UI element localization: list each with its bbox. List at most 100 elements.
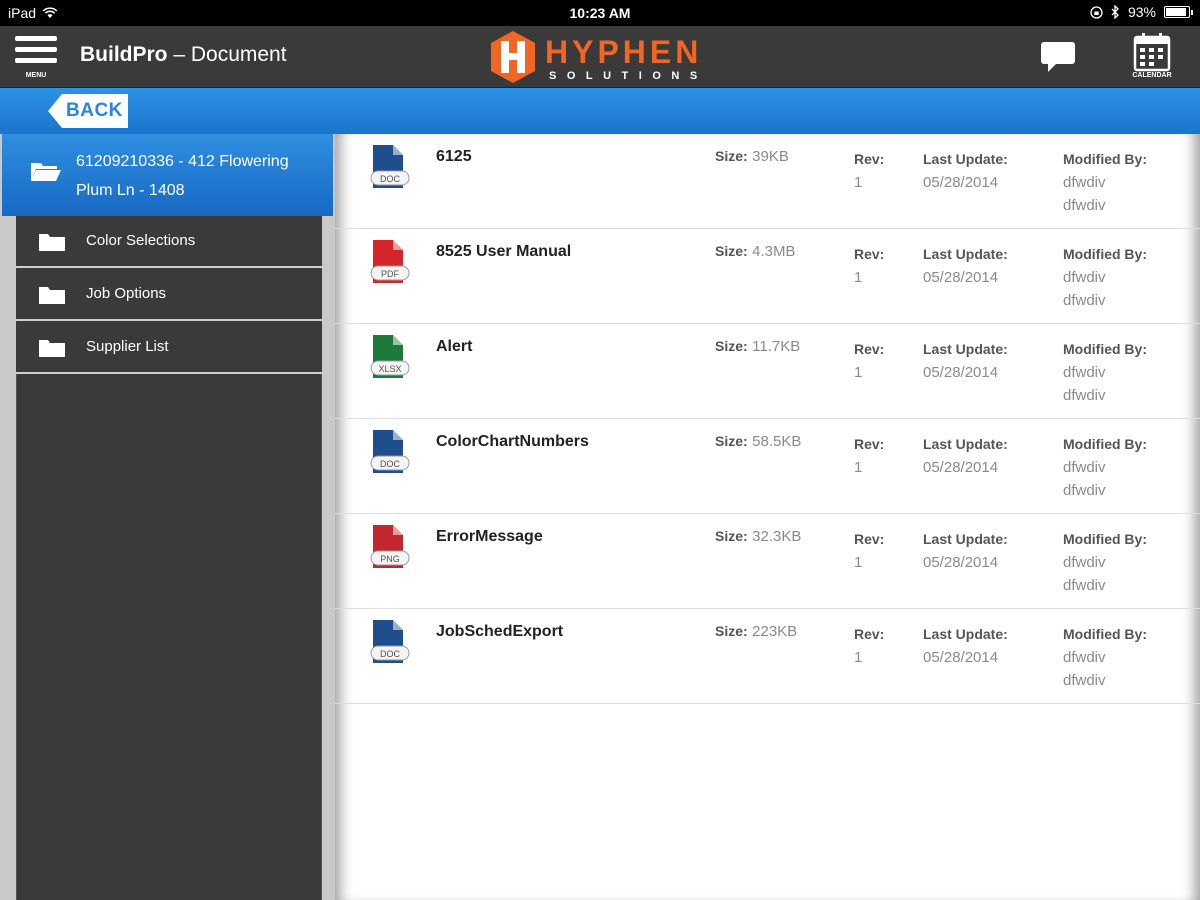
hyphen-logo: HYPHEN SOLUTIONS (491, 31, 702, 83)
document-size: Size: 4.3MB (715, 243, 796, 261)
last-update-value: 05/28/2014 (923, 269, 999, 286)
rev-label: Rev: (854, 246, 885, 262)
page-title: BuildPro – Document (80, 43, 287, 67)
modified-by-value: dfwdiv (1063, 292, 1106, 309)
svg-text:PDF: PDF (381, 269, 400, 279)
document-row[interactable]: DOC ColorChartNumbers Size: 58.5KB Rev: 1 Las… (335, 419, 1200, 514)
document-row[interactable]: XLSX Alert Size: 11.7KB Rev: 1 Last Update: 05… (335, 324, 1200, 419)
last-update-label: Last Update: (923, 341, 1008, 357)
navigation-bar: BACK (0, 88, 1200, 134)
modified-by-value: dfwdiv (1063, 672, 1106, 689)
modified-by-label: Modified By: (1063, 151, 1147, 167)
document-row[interactable]: PDF 8525 User Manual Size: 4.3MB Rev: 1 Last … (335, 229, 1200, 324)
svg-text:DOC: DOC (380, 174, 401, 184)
last-update-value: 05/28/2014 (923, 174, 999, 191)
rev-value: 1 (854, 269, 863, 286)
size-value: 4.3MB (752, 243, 796, 260)
menu-button[interactable]: MENU (14, 36, 62, 80)
last-update-value: 05/28/2014 (923, 554, 999, 571)
document-name: 6125 (436, 148, 472, 165)
last-update-label: Last Update: (923, 626, 1008, 642)
document-row[interactable]: PNG ErrorMessage Size: 32.3KB Rev: 1 Last Upd… (335, 514, 1200, 609)
sidebar-item-label: Job Options (86, 285, 167, 302)
chat-button[interactable] (1038, 36, 1078, 76)
battery-percent: 93% (1127, 4, 1156, 20)
document-last-update: Last Update: 05/28/2014 (923, 338, 1008, 384)
document-modified-by: Modified By: dfwdiv dfwdiv (1063, 148, 1147, 217)
modified-by-label: Modified By: (1063, 341, 1147, 357)
job-label: 61209210336 - 412 Flowering Plum Ln - 14… (76, 153, 289, 199)
app-name: BuildPro (80, 43, 168, 66)
rev-value: 1 (854, 364, 863, 381)
document-last-update: Last Update: 05/28/2014 (923, 623, 1008, 669)
rev-value: 1 (854, 649, 863, 666)
modified-by-label: Modified By: (1063, 531, 1147, 547)
calendar-button[interactable]: CALENDAR (1126, 32, 1178, 84)
svg-text:DOC: DOC (380, 459, 401, 469)
document-last-update: Last Update: 05/28/2014 (923, 433, 1008, 479)
document-name: Alert (436, 338, 473, 355)
sidebar-item-label: Color Selections (86, 232, 196, 249)
chat-bubble-icon (1041, 42, 1075, 72)
modified-by-label: Modified By: (1063, 626, 1147, 642)
sidebar-job-item[interactable]: 61209210336 - 412 Flowering Plum Ln - 14… (2, 134, 333, 216)
size-value: 32.3KB (752, 528, 802, 545)
document-name: ErrorMessage (436, 528, 543, 545)
svg-text:PNG: PNG (380, 554, 400, 564)
rev-label: Rev: (854, 341, 885, 357)
sidebar-item-label: Supplier List (86, 338, 169, 355)
size-label: Size: (715, 433, 748, 449)
back-label: BACK (66, 100, 123, 121)
status-time: 10:23 AM (569, 5, 631, 21)
sidebar: 61209210336 - 412 Flowering Plum Ln - 14… (0, 134, 335, 900)
file-doc-icon: DOC (370, 145, 410, 188)
document-list: DOC 6125 Size: 39KB Rev: 1 Last Update: 05/28/… (335, 134, 1200, 900)
sidebar-item-job-options[interactable]: Job Options (16, 269, 322, 321)
calendar-label: CALENDAR (1132, 72, 1172, 79)
document-revision: Rev: 1 (854, 148, 884, 194)
document-last-update: Last Update: 05/28/2014 (923, 148, 1008, 194)
menu-icon-bar (15, 58, 57, 63)
document-modified-by: Modified By: dfwdiv dfwdiv (1063, 623, 1147, 692)
sidebar-item-supplier-list[interactable]: Supplier List (16, 322, 322, 374)
document-row[interactable]: DOC 6125 Size: 39KB Rev: 1 Last Update: 05/28/… (335, 134, 1200, 229)
menu-icon-bar (15, 47, 57, 52)
modified-by-value: dfwdiv (1063, 554, 1106, 571)
svg-text:DOC: DOC (380, 649, 401, 659)
document-row[interactable]: DOC JobSchedExport Size: 223KB Rev: 1 Last Up… (335, 609, 1200, 704)
document-last-update: Last Update: 05/28/2014 (923, 528, 1008, 574)
rev-label: Rev: (854, 531, 885, 547)
size-value: 11.7KB (752, 338, 801, 355)
modified-by-value: dfwdiv (1063, 269, 1106, 286)
document-size: Size: 32.3KB (715, 528, 801, 546)
last-update-value: 05/28/2014 (923, 364, 999, 381)
last-update-label: Last Update: (923, 436, 1008, 452)
document-last-update: Last Update: 05/28/2014 (923, 243, 1008, 289)
file-xlsx-icon: XLSX (370, 335, 410, 378)
size-label: Size: (715, 338, 748, 354)
last-update-label: Last Update: (923, 151, 1008, 167)
svg-text:XLSX: XLSX (378, 364, 401, 374)
document-size: Size: 11.7KB (715, 338, 800, 356)
file-doc-icon: DOC (370, 430, 410, 473)
back-button[interactable]: BACK (48, 94, 128, 128)
app-header: MENU BuildPro – Document HYPHEN SOLUTION… (0, 26, 1200, 88)
lock-rotation-icon (1090, 5, 1103, 19)
rev-value: 1 (854, 174, 863, 191)
modified-by-label: Modified By: (1063, 246, 1147, 262)
last-update-label: Last Update: (923, 246, 1008, 262)
document-revision: Rev: 1 (854, 623, 884, 669)
logo-word: HYPHEN (545, 34, 702, 70)
file-doc-icon: DOC (370, 620, 410, 663)
rev-value: 1 (854, 554, 863, 571)
status-bar: iPad 10:23 AM 93% (0, 0, 1200, 26)
open-folder-icon (31, 163, 61, 181)
size-label: Size: (715, 243, 748, 259)
modified-by-value: dfwdiv (1063, 387, 1106, 404)
sidebar-item-color-selections[interactable]: Color Selections (16, 216, 322, 268)
document-size: Size: 223KB (715, 623, 797, 641)
modified-by-value: dfwdiv (1063, 459, 1106, 476)
file-pdf-icon: PDF (370, 240, 410, 283)
menu-label: MENU (25, 72, 47, 79)
document-revision: Rev: 1 (854, 243, 884, 289)
